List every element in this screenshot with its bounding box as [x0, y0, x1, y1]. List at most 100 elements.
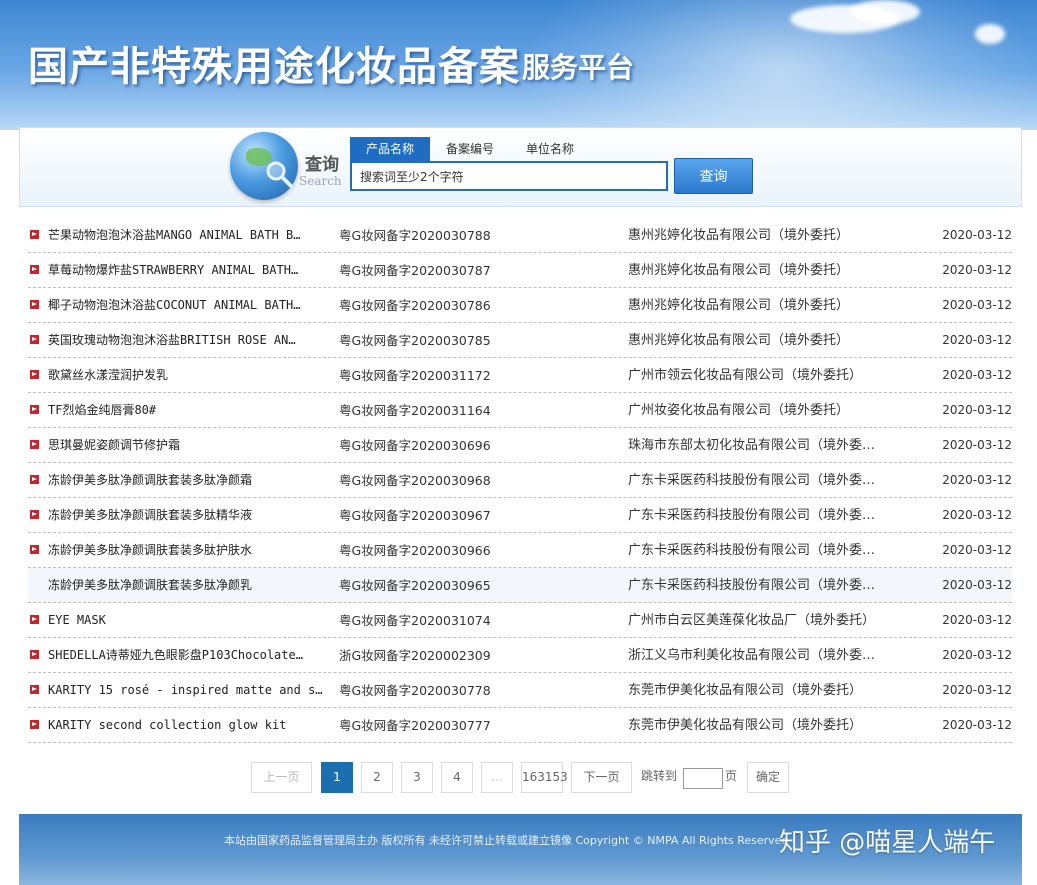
product-name-link[interactable]: 芒果动物泡泡沐浴盐MANGO ANIMAL BATH B…	[48, 218, 324, 253]
record-date: 2020-03-12	[942, 333, 1012, 347]
list-item[interactable]: 芒果动物泡泡沐浴盐MANGO ANIMAL BATH B… 粤G妆网备字20200…	[28, 218, 1012, 253]
list-item[interactable]: 草莓动物爆炸盐STRAWBERRY ANIMAL BATH… 粤G妆网备字2020…	[28, 253, 1012, 288]
site-title: 国产非特殊用途化妆品备案	[28, 43, 520, 90]
product-name-link[interactable]: 思琪曼妮姿颜调节修护霜	[48, 428, 324, 463]
company-name: 浙江义乌市利美化妆品有限公司（境外委…	[628, 648, 876, 663]
product-name-link[interactable]: TF烈焰金纯唇膏80#	[48, 393, 324, 428]
company-name: 惠州兆婷化妆品有限公司（境外委托）	[628, 228, 850, 243]
jump-confirm-button[interactable]: 确定	[747, 762, 789, 793]
company-name: 惠州兆婷化妆品有限公司（境外委托）	[628, 263, 850, 278]
arrow-bullet-icon	[30, 230, 39, 239]
tab-record-number[interactable]: 备案编号	[430, 137, 510, 161]
list-item[interactable]: 歌黛丝水漾滢润护发乳 粤G妆网备字2020031172 广州市领云化妆品有限公司（境…	[28, 358, 1012, 393]
list-item[interactable]: 椰子动物泡泡沐浴盐COCONUT ANIMAL BATH… 粤G妆网备字20200…	[28, 288, 1012, 323]
arrow-bullet-icon	[30, 510, 39, 519]
record-date: 2020-03-12	[942, 228, 1012, 242]
company-name: 广东卡采医药科技股份有限公司（境外委…	[628, 473, 876, 488]
record-number: 粤G妆网备字2020030788	[339, 228, 491, 243]
record-date: 2020-03-12	[942, 403, 1012, 417]
search-panel: 查询 Search 产品名称 备案编号 单位名称 查询	[19, 127, 1022, 207]
company-name: 东莞市伊美化妆品有限公司（境外委托）	[628, 718, 863, 733]
product-name-link[interactable]: KARITY 15 rosé - inspired matte and s…	[48, 673, 324, 708]
product-name-link[interactable]: KARITY second collection glow kit	[48, 708, 324, 743]
product-name-link[interactable]: SHEDELLA诗蒂娅九色眼影盘P103Chocolate…	[48, 638, 324, 673]
header-banner: 国产非特殊用途化妆品备案 服务平台	[0, 0, 1037, 130]
company-name: 珠海市东部太初化妆品有限公司（境外委…	[628, 438, 876, 453]
arrow-bullet-icon	[30, 265, 39, 274]
search-button[interactable]: 查询	[674, 158, 753, 194]
page-button-3[interactable]: 3	[401, 762, 433, 793]
list-item[interactable]: 思琪曼妮姿颜调节修护霜 粤G妆网备字2020030696 珠海市东部太初化妆品有限公…	[28, 428, 1012, 463]
arrow-bullet-icon	[30, 615, 39, 624]
page-button-2[interactable]: 2	[361, 762, 393, 793]
product-name-link[interactable]: 冻龄伊美多肽净颜调肤套装多肽精华液	[48, 498, 324, 533]
company-name: 惠州兆婷化妆品有限公司（境外委托）	[628, 333, 850, 348]
product-name-link[interactable]: 冻龄伊美多肽净颜调肤套装多肽净颜霜	[48, 463, 324, 498]
record-number: 粤G妆网备字2020031164	[339, 403, 491, 418]
product-name-link[interactable]: EYE MASK	[48, 603, 324, 638]
company-name: 广州妆姿化妆品有限公司（境外委托）	[628, 403, 850, 418]
list-item[interactable]: SHEDELLA诗蒂娅九色眼影盘P103Chocolate… 浙G妆网备字2020…	[28, 638, 1012, 673]
product-name-link[interactable]: 英国玫瑰动物泡泡沐浴盐BRITISH ROSE AN…	[48, 323, 324, 358]
company-name: 广东卡采医药科技股份有限公司（境外委…	[628, 508, 876, 523]
product-name-link[interactable]: 冻龄伊美多肽净颜调肤套装多肽净颜乳	[48, 568, 324, 603]
next-page-button[interactable]: 下一页	[571, 762, 632, 793]
arrow-bullet-icon	[30, 475, 39, 484]
list-item[interactable]: KARITY second collection glow kit 粤G妆网备字2…	[28, 708, 1012, 743]
arrow-bullet-icon	[30, 545, 39, 554]
list-item[interactable]: KARITY 15 rosé - inspired matte and s… 粤G…	[28, 673, 1012, 708]
arrow-bullet-icon	[30, 335, 39, 344]
record-number: 粤G妆网备字2020030968	[339, 473, 491, 488]
footer: 本站由国家药品监督管理局主办 版权所有 未经许可禁止转载或建立镜像 Copyri…	[19, 814, 1022, 885]
list-item[interactable]: 冻龄伊美多肽净颜调肤套装多肽净颜乳 粤G妆网备字2020030965 广东卡采医药科…	[28, 568, 1012, 603]
record-number: 粤G妆网备字2020030787	[339, 263, 491, 278]
arrow-bullet-icon	[30, 405, 39, 414]
list-item[interactable]: 冻龄伊美多肽净颜调肤套装多肽护肤水 粤G妆网备字2020030966 广东卡采医药科…	[28, 533, 1012, 568]
arrow-bullet-icon	[30, 685, 39, 694]
record-number: 粤G妆网备字2020030967	[339, 508, 491, 523]
list-item[interactable]: TF烈焰金纯唇膏80# 粤G妆网备字2020031164 广州妆姿化妆品有限公司（境…	[28, 393, 1012, 428]
arrow-bullet-icon	[30, 300, 39, 309]
cloud-decoration	[975, 24, 1005, 44]
search-label: 查询	[305, 155, 339, 175]
list-item[interactable]: 冻龄伊美多肽净颜调肤套装多肽精华液 粤G妆网备字2020030967 广东卡采医药科…	[28, 498, 1012, 533]
record-date: 2020-03-12	[942, 298, 1012, 312]
company-name: 东莞市伊美化妆品有限公司（境外委托）	[628, 683, 863, 698]
record-date: 2020-03-12	[942, 438, 1012, 452]
company-name: 广东卡采医药科技股份有限公司（境外委…	[628, 578, 876, 593]
product-name-link[interactable]: 草莓动物爆炸盐STRAWBERRY ANIMAL BATH…	[48, 253, 324, 288]
arrow-bullet-icon	[30, 650, 39, 659]
product-name-link[interactable]: 椰子动物泡泡沐浴盐COCONUT ANIMAL BATH…	[48, 288, 324, 323]
last-page-button[interactable]: 163153	[521, 762, 568, 793]
record-date: 2020-03-12	[942, 648, 1012, 662]
cloud-decoration	[850, 0, 920, 24]
prev-page-button[interactable]: 上一页	[251, 762, 312, 793]
record-number: 粤G妆网备字2020030696	[339, 438, 491, 453]
record-number: 浙G妆网备字2020002309	[339, 648, 491, 663]
record-date: 2020-03-12	[942, 263, 1012, 277]
search-input[interactable]	[350, 161, 668, 191]
record-number: 粤G妆网备字2020030785	[339, 333, 491, 348]
record-number: 粤G妆网备字2020031172	[339, 368, 491, 383]
tab-product-name[interactable]: 产品名称	[350, 137, 431, 161]
tab-company-name[interactable]: 单位名称	[510, 137, 590, 161]
list-item[interactable]: 英国玫瑰动物泡泡沐浴盐BRITISH ROSE AN… 粤G妆网备字2020030…	[28, 323, 1012, 358]
magnifier-icon	[266, 161, 293, 188]
jump-page-input[interactable]	[683, 768, 723, 789]
record-date: 2020-03-12	[942, 473, 1012, 487]
list-item[interactable]: 冻龄伊美多肽净颜调肤套装多肽净颜霜 粤G妆网备字2020030968 广东卡采医药科…	[28, 463, 1012, 498]
record-date: 2020-03-12	[942, 613, 1012, 627]
page-button-4[interactable]: 4	[441, 762, 473, 793]
jump-label: 跳转到	[641, 769, 678, 783]
company-name: 广东卡采医药科技股份有限公司（境外委…	[628, 543, 876, 558]
results-list: 芒果动物泡泡沐浴盐MANGO ANIMAL BATH B… 粤G妆网备字20200…	[28, 218, 1012, 743]
record-date: 2020-03-12	[942, 718, 1012, 732]
page-button-1[interactable]: 1	[321, 762, 353, 793]
list-item[interactable]: EYE MASK 粤G妆网备字2020031074 广州市白云区美莲葆化妆品厂（境外…	[28, 603, 1012, 638]
record-date: 2020-03-12	[942, 508, 1012, 522]
product-name-link[interactable]: 歌黛丝水漾滢润护发乳	[48, 358, 324, 393]
product-name-link[interactable]: 冻龄伊美多肽净颜调肤套装多肽护肤水	[48, 533, 324, 568]
company-name: 惠州兆婷化妆品有限公司（境外委托）	[628, 298, 850, 313]
pagination: 上一页 1 2 3 4 ... 163153 下一页 跳转到 页 确定	[0, 762, 1037, 794]
site-subtitle: 服务平台	[522, 51, 635, 84]
